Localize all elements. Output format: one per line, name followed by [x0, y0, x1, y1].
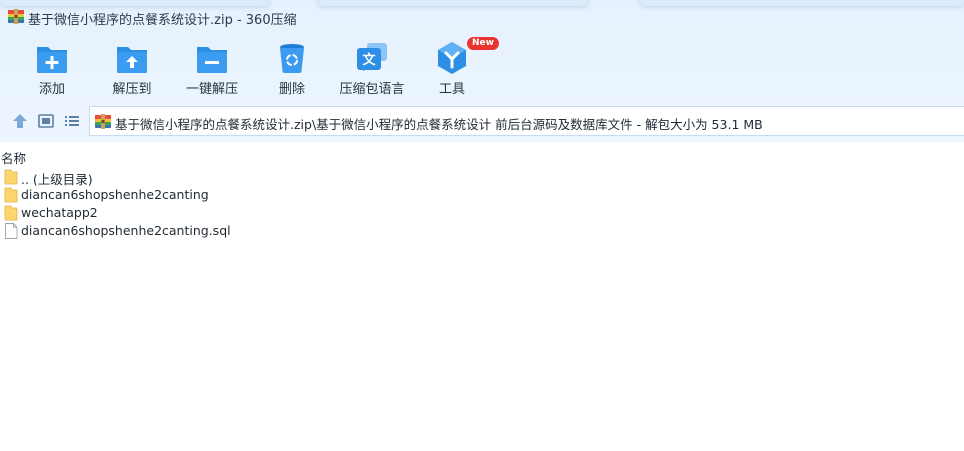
list-header: 名称 [0, 147, 964, 167]
up-level-icon[interactable] [11, 112, 29, 130]
tools-label: 工具 [438, 82, 465, 97]
tools-icon [438, 42, 466, 74]
list-item-name: diancan6shopshenhe2canting [21, 187, 209, 202]
archive-language-button[interactable]: 文 压缩包语言 [331, 40, 413, 98]
folder-icon [4, 169, 18, 185]
svg-text:文: 文 [362, 52, 376, 68]
list-item-name: diancan6shopshenhe2canting.sql [21, 223, 231, 238]
add-icon [37, 47, 67, 73]
extract-to-label: 解压到 [112, 82, 152, 97]
title-glow-left [0, 0, 270, 6]
one-click-extract-icon [197, 47, 227, 73]
title-bar: 基于微信小程序的点餐系统设计.zip - 360压缩 [0, 0, 964, 34]
list-item-parent-dir[interactable]: .. (上级目录) [0, 168, 964, 187]
language-icon: 文 [357, 43, 387, 71]
toolbar: 添加 解压到 一键解压 删除 文 压缩包语言 New 工具 [0, 34, 964, 100]
folder-icon [4, 187, 18, 203]
list-item-name: wechatapp2 [21, 205, 98, 220]
archive-app-icon [8, 9, 24, 24]
add-label: 添加 [38, 82, 65, 97]
delete-icon [280, 44, 304, 73]
file-list: .. (上级目录) diancan6shopshenhe2canting wec… [0, 168, 964, 240]
list-item[interactable]: diancan6shopshenhe2canting.sql [0, 222, 964, 240]
address-path: 基于微信小程序的点餐系统设计.zip\基于微信小程序的点餐系统设计 前后台源码及… [115, 117, 763, 132]
archive-icon [95, 114, 111, 129]
folder-icon [4, 205, 18, 221]
window-title: 基于微信小程序的点餐系统设计.zip - 360压缩 [28, 13, 297, 28]
add-button[interactable]: 添加 [11, 40, 93, 98]
extract-to-button[interactable]: 解压到 [91, 40, 173, 98]
address-bar[interactable]: 基于微信小程序的点餐系统设计.zip\基于微信小程序的点餐系统设计 前后台源码及… [89, 106, 964, 136]
list-item[interactable]: wechatapp2 [0, 204, 964, 222]
tools-button[interactable]: New 工具 [411, 37, 499, 98]
archive-window: 基于微信小程序的点餐系统设计.zip - 360压缩 添加 解压到 一键解压 删… [0, 0, 964, 451]
file-icon [5, 223, 18, 239]
list-item[interactable]: diancan6shopshenhe2canting [0, 186, 964, 204]
list-view-icon[interactable] [63, 112, 81, 130]
title-glow-middle [318, 0, 588, 6]
archive-language-label: 压缩包语言 [339, 82, 405, 97]
one-click-extract-label: 一键解压 [185, 82, 238, 97]
title-glow-right [640, 0, 964, 6]
delete-label: 删除 [278, 82, 305, 97]
address-row: 基于微信小程序的点餐系统设计.zip\基于微信小程序的点餐系统设计 前后台源码及… [0, 106, 964, 136]
extract-to-icon [117, 47, 147, 73]
new-badge: New [467, 37, 499, 50]
thumbnail-view-icon[interactable] [37, 112, 55, 130]
header-area: 基于微信小程序的点餐系统设计.zip - 360压缩 添加 解压到 一键解压 删… [0, 0, 964, 142]
column-name-header[interactable]: 名称 [1, 148, 26, 167]
one-click-extract-button[interactable]: 一键解压 [171, 40, 253, 98]
delete-button[interactable]: 删除 [251, 40, 333, 98]
